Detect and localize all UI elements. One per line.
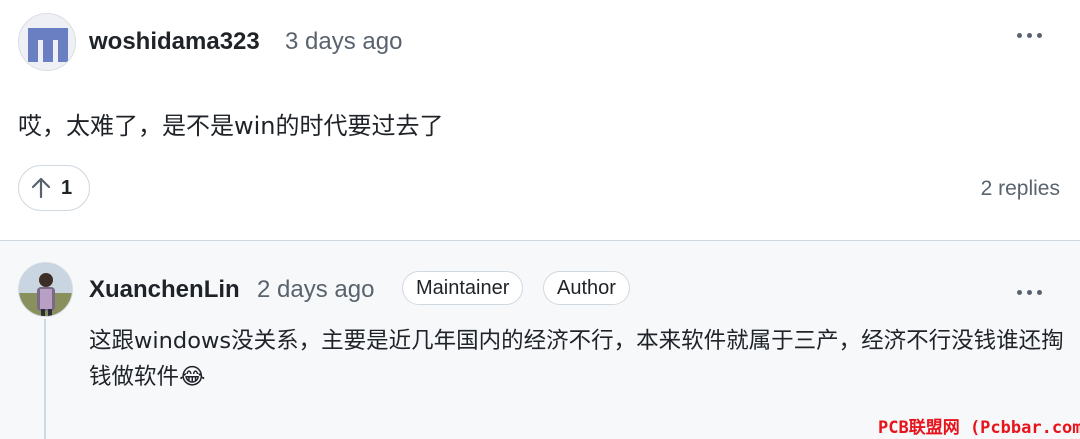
upvote-button[interactable]: 1 <box>18 165 90 211</box>
comment-body: 哎，太难了，是不是win的时代要过去了 <box>18 112 444 140</box>
top-comment: woshidama323 3 days ago 哎，太难了，是不是win的时代要… <box>0 0 1080 240</box>
reply-author[interactable]: XuanchenLin <box>89 276 240 304</box>
photo-avatar <box>19 263 72 316</box>
watermark: PCB联盟网 (Pcbbar.com) <box>878 418 1080 438</box>
reply-timestamp[interactable]: 2 days ago <box>257 276 374 304</box>
reply-body: 这跟windows没关系，主要是近几年国内的经济不行，本来软件就属于三产，经济不… <box>89 328 1064 390</box>
comment-timestamp[interactable]: 3 days ago <box>285 28 402 56</box>
author-avatar[interactable] <box>18 13 76 71</box>
upvote-count: 1 <box>61 176 73 199</box>
identicon <box>19 14 75 70</box>
reply-thread: XuanchenLin 2 days ago Maintainer Author… <box>0 240 1080 439</box>
reply-author-avatar[interactable] <box>18 262 73 317</box>
arrow-up-icon <box>31 177 51 199</box>
comment-author[interactable]: woshidama323 <box>89 28 260 56</box>
maintainer-badge: Maintainer <box>402 271 524 305</box>
thread-line <box>44 319 46 439</box>
author-badge: Author <box>543 271 630 305</box>
more-horizontal-icon[interactable] <box>1017 29 1047 41</box>
replies-link[interactable]: 2 replies <box>981 177 1060 201</box>
more-horizontal-icon[interactable] <box>1017 286 1047 298</box>
